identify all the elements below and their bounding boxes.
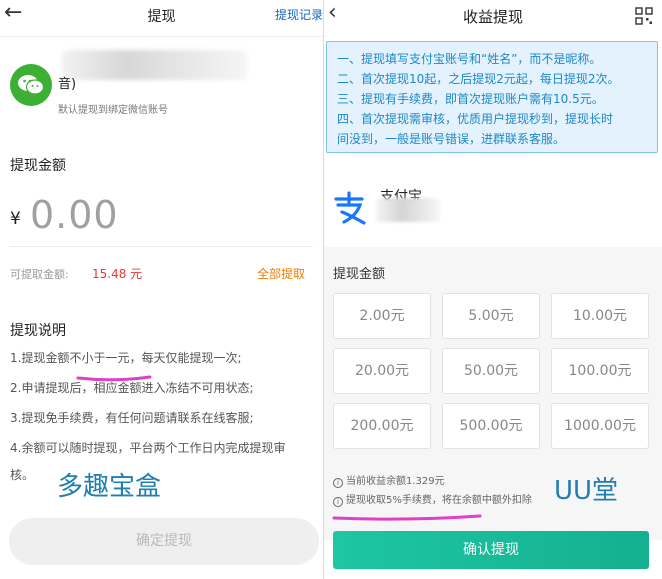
wechat-subtitle: 默认提现到绑定微信账号 <box>58 105 168 116</box>
right-withdraw-screen: ‹ 收益提现 一、提现填写支付宝账号和“姓名”，而不是昵称。 二、首次提现10起… <box>324 0 662 579</box>
amount-tile-5[interactable]: 5.00元 <box>442 293 540 339</box>
balance-info: i 当前收益余额1.329元 <box>333 472 445 488</box>
confirm-withdraw-button-right[interactable]: 确认提现 <box>333 531 649 569</box>
right-header: ‹ 收益提现 <box>324 0 662 32</box>
info-icon: i <box>333 497 343 507</box>
confirm-withdraw-button[interactable]: 确定提现 <box>9 518 319 565</box>
left-withdraw-screen: ← 提现 提现记录 音) 默认提现到绑定微信账号 提现金额 ¥ 0.00 可提取… <box>0 0 323 579</box>
amount-tile-200[interactable]: 200.00元 <box>333 403 431 449</box>
amount-label-right: 提现金额 <box>333 267 386 282</box>
fee-info-text: 提现收取5%手续费，将在余额中额外扣除 <box>346 495 532 506</box>
amount-tile-50[interactable]: 50.00元 <box>442 348 540 394</box>
scan-icon[interactable] <box>635 7 653 25</box>
note-item-1: 1.提现金额不小于一元，每天仅能提现一次; <box>10 351 242 365</box>
withdraw-notice-box: 一、提现填写支付宝账号和“姓名”，而不是昵称。 二、首次提现10起，之后提现2元… <box>326 41 658 153</box>
notice-line-4: 四、首次提现需审核，优质用户提现秒到，提现长时 <box>337 112 614 126</box>
amount-tile-20[interactable]: 20.00元 <box>333 348 431 394</box>
info-icon: i <box>333 478 343 488</box>
amount-label: 提现金额 <box>10 158 66 174</box>
alipay-icon <box>334 191 366 225</box>
currency-symbol: ¥ <box>10 209 21 229</box>
amount-divider <box>10 246 313 247</box>
blurred-alipay-account <box>376 198 440 222</box>
highlight-underline <box>76 375 152 382</box>
note-item-3: 3.提现免手续费，有任何问题请联系在线客服; <box>10 411 254 425</box>
withdraw-all-button[interactable]: 全部提取 <box>257 265 305 282</box>
watermark-right: UU堂 <box>554 476 619 506</box>
watermark-left: 多趣宝盒 <box>57 472 162 502</box>
wechat-icon <box>10 64 52 106</box>
amount-tile-100[interactable]: 100.00元 <box>551 348 649 394</box>
fee-info: i 提现收取5%手续费，将在余额中额外扣除 <box>333 491 532 507</box>
available-value: 15.48 元 <box>92 267 143 281</box>
amount-tile-10[interactable]: 10.00元 <box>551 293 649 339</box>
page-title-right: 收益提现 <box>462 8 523 26</box>
notice-line-2: 二、首次提现10起，之后提现2元起，每日提现2次。 <box>337 72 620 86</box>
left-header: ← 提现 提现记录 <box>0 0 323 30</box>
note-item-2: 2.申请提现后，相应金额进入冻结不可用状态; <box>10 381 254 395</box>
balance-info-text: 当前收益余额1.329元 <box>346 476 445 487</box>
notice-line-1: 一、提现填写支付宝账号和“姓名”，而不是昵称。 <box>337 52 602 66</box>
withdraw-records-link[interactable]: 提现记录 <box>275 6 323 23</box>
notes-title: 提现说明 <box>10 323 66 339</box>
amount-tile-2[interactable]: 2.00元 <box>333 293 431 339</box>
note-item-4: 4.余额可以随时提现，平台两个工作日内完成提现审 <box>10 441 286 455</box>
available-label: 可提取金额: <box>10 268 69 281</box>
amount-tile-1000[interactable]: 1000.00元 <box>551 403 649 449</box>
wechat-name-fragment: 音) <box>58 77 77 92</box>
notice-line-5: 间没到，一般是账号错误，进群联系客服。 <box>337 132 566 146</box>
amount-input[interactable]: 0.00 <box>30 193 119 237</box>
blurred-account-name <box>62 50 247 80</box>
amount-tile-500[interactable]: 500.00元 <box>442 403 540 449</box>
notice-line-3: 三、提现有手续费，即首次提现账户需有10.5元。 <box>337 92 604 106</box>
highlight-underline-right <box>332 514 482 521</box>
header-divider <box>0 36 323 37</box>
